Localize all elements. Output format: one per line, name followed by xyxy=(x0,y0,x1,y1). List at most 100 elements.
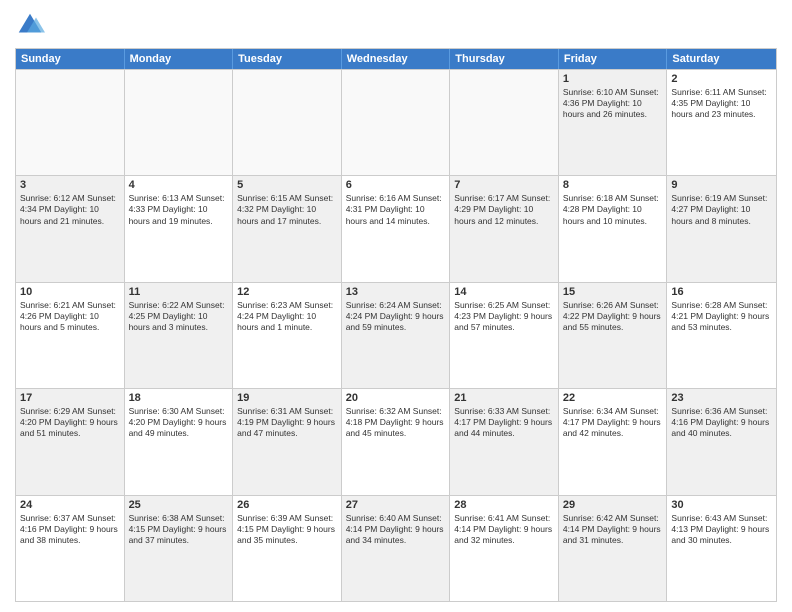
day-info: Sunrise: 6:16 AM Sunset: 4:31 PM Dayligh… xyxy=(346,193,446,226)
day-number: 1 xyxy=(563,73,663,85)
calendar-cell: 16 Sunrise: 6:28 AM Sunset: 4:21 PM Dayli… xyxy=(667,283,776,388)
calendar-cell: 23Sunrise: 6:36 AM Sunset: 4:16 PM Dayli… xyxy=(667,389,776,494)
day-info: Sunrise: 6:30 AM Sunset: 4:20 PM Dayligh… xyxy=(129,406,229,439)
day-number: 15 xyxy=(563,286,663,298)
day-info: Sunrise: 6:17 AM Sunset: 4:29 PM Dayligh… xyxy=(454,193,554,226)
dow-wednesday: Wednesday xyxy=(342,49,451,69)
calendar-cell: 13Sunrise: 6:24 AM Sunset: 4:24 PM Dayli… xyxy=(342,283,451,388)
calendar-cell: 19 Sunrise: 6:31 AM Sunset: 4:19 PM Dayli… xyxy=(233,389,342,494)
day-number: 24 xyxy=(20,499,120,511)
day-number: 18 xyxy=(129,392,229,404)
calendar-cell: 26Sunrise: 6:39 AM Sunset: 4:15 PM Dayli… xyxy=(233,496,342,601)
day-number: 6 xyxy=(346,179,446,191)
day-info: Sunrise: 6:32 AM Sunset: 4:18 PM Dayligh… xyxy=(346,406,446,439)
day-number: 11 xyxy=(129,286,229,298)
day-info: Sunrise: 6:34 AM Sunset: 4:17 PM Dayligh… xyxy=(563,406,663,439)
calendar-row-1: 3 Sunrise: 6:12 AM Sunset: 4:34 PM Daylig… xyxy=(16,175,776,281)
dow-monday: Monday xyxy=(125,49,234,69)
day-info: Sunrise: 6:42 AM Sunset: 4:14 PM Dayligh… xyxy=(563,513,663,546)
day-info: Sunrise: 6:13 AM Sunset: 4:33 PM Dayligh… xyxy=(129,193,229,226)
day-number: 12 xyxy=(237,286,337,298)
day-info: Sunrise: 6:19 AM Sunset: 4:27 PM Dayligh… xyxy=(671,193,772,226)
calendar-cell: 25 Sunrise: 6:38 AM Sunset: 4:15 PM Dayli… xyxy=(125,496,234,601)
day-info: Sunrise: 6:28 AM Sunset: 4:21 PM Dayligh… xyxy=(671,300,772,333)
day-info: Sunrise: 6:31 AM Sunset: 4:19 PM Dayligh… xyxy=(237,406,337,439)
day-info: Sunrise: 6:22 AM Sunset: 4:25 PM Dayligh… xyxy=(129,300,229,333)
calendar-cell xyxy=(233,70,342,175)
calendar-cell: 20 Sunrise: 6:32 AM Sunset: 4:18 PM Dayli… xyxy=(342,389,451,494)
dow-sunday: Sunday xyxy=(16,49,125,69)
day-number: 27 xyxy=(346,499,446,511)
calendar-cell: 6 Sunrise: 6:16 AM Sunset: 4:31 PM Daylig… xyxy=(342,176,451,281)
calendar-cell xyxy=(125,70,234,175)
calendar-cell: 14 Sunrise: 6:25 AM Sunset: 4:23 PM Dayli… xyxy=(450,283,559,388)
day-info: Sunrise: 6:39 AM Sunset: 4:15 PM Dayligh… xyxy=(237,513,337,546)
day-info: Sunrise: 6:23 AM Sunset: 4:24 PM Dayligh… xyxy=(237,300,337,333)
day-info: Sunrise: 6:43 AM Sunset: 4:13 PM Dayligh… xyxy=(671,513,772,546)
calendar-cell: 3 Sunrise: 6:12 AM Sunset: 4:34 PM Daylig… xyxy=(16,176,125,281)
day-number: 28 xyxy=(454,499,554,511)
day-number: 21 xyxy=(454,392,554,404)
calendar-cell: 8 Sunrise: 6:18 AM Sunset: 4:28 PM Daylig… xyxy=(559,176,668,281)
calendar-row-2: 10 Sunrise: 6:21 AM Sunset: 4:26 PM Dayli… xyxy=(16,282,776,388)
dow-tuesday: Tuesday xyxy=(233,49,342,69)
day-number: 4 xyxy=(129,179,229,191)
day-info: Sunrise: 6:37 AM Sunset: 4:16 PM Dayligh… xyxy=(20,513,120,546)
calendar-cell: 18 Sunrise: 6:30 AM Sunset: 4:20 PM Dayli… xyxy=(125,389,234,494)
calendar-cell: 27 Sunrise: 6:40 AM Sunset: 4:14 PM Dayli… xyxy=(342,496,451,601)
calendar-cell: 9 Sunrise: 6:19 AM Sunset: 4:27 PM Daylig… xyxy=(667,176,776,281)
calendar-cell: 10 Sunrise: 6:21 AM Sunset: 4:26 PM Dayli… xyxy=(16,283,125,388)
day-number: 10 xyxy=(20,286,120,298)
calendar-cell xyxy=(16,70,125,175)
day-number: 30 xyxy=(671,499,772,511)
day-info: Sunrise: 6:15 AM Sunset: 4:32 PM Dayligh… xyxy=(237,193,337,226)
day-info: Sunrise: 6:41 AM Sunset: 4:14 PM Dayligh… xyxy=(454,513,554,546)
calendar-cell: 28 Sunrise: 6:41 AM Sunset: 4:14 PM Dayli… xyxy=(450,496,559,601)
calendar-cell: 5 Sunrise: 6:15 AM Sunset: 4:32 PM Daylig… xyxy=(233,176,342,281)
day-number: 17 xyxy=(20,392,120,404)
calendar-row-0: 1 Sunrise: 6:10 AM Sunset: 4:36 PM Daylig… xyxy=(16,69,776,175)
day-info: Sunrise: 6:10 AM Sunset: 4:36 PM Dayligh… xyxy=(563,87,663,120)
calendar-cell: 2 Sunrise: 6:11 AM Sunset: 4:35 PM Daylig… xyxy=(667,70,776,175)
dow-thursday: Thursday xyxy=(450,49,559,69)
dow-saturday: Saturday xyxy=(667,49,776,69)
calendar-body: 1 Sunrise: 6:10 AM Sunset: 4:36 PM Daylig… xyxy=(16,69,776,601)
calendar-cell: 30 Sunrise: 6:43 AM Sunset: 4:13 PM Dayli… xyxy=(667,496,776,601)
day-number: 16 xyxy=(671,286,772,298)
day-number: 2 xyxy=(671,73,772,85)
calendar-header: Sunday Monday Tuesday Wednesday Thursday… xyxy=(16,49,776,69)
calendar-cell: 12 Sunrise: 6:23 AM Sunset: 4:24 PM Dayli… xyxy=(233,283,342,388)
day-info: Sunrise: 6:38 AM Sunset: 4:15 PM Dayligh… xyxy=(129,513,229,546)
calendar-cell: 15Sunrise: 6:26 AM Sunset: 4:22 PM Dayli… xyxy=(559,283,668,388)
day-info: Sunrise: 6:18 AM Sunset: 4:28 PM Dayligh… xyxy=(563,193,663,226)
day-info: Sunrise: 6:21 AM Sunset: 4:26 PM Dayligh… xyxy=(20,300,120,333)
day-info: Sunrise: 6:29 AM Sunset: 4:20 PM Dayligh… xyxy=(20,406,120,439)
day-number: 29 xyxy=(563,499,663,511)
day-info: Sunrise: 6:12 AM Sunset: 4:34 PM Dayligh… xyxy=(20,193,120,226)
day-info: Sunrise: 6:36 AM Sunset: 4:16 PM Dayligh… xyxy=(671,406,772,439)
day-info: Sunrise: 6:11 AM Sunset: 4:35 PM Dayligh… xyxy=(671,87,772,120)
day-number: 7 xyxy=(454,179,554,191)
calendar-cell: 21Sunrise: 6:33 AM Sunset: 4:17 PM Dayli… xyxy=(450,389,559,494)
calendar-cell: 22Sunrise: 6:34 AM Sunset: 4:17 PM Dayli… xyxy=(559,389,668,494)
day-info: Sunrise: 6:25 AM Sunset: 4:23 PM Dayligh… xyxy=(454,300,554,333)
day-number: 5 xyxy=(237,179,337,191)
day-number: 14 xyxy=(454,286,554,298)
day-number: 20 xyxy=(346,392,446,404)
calendar: Sunday Monday Tuesday Wednesday Thursday… xyxy=(15,48,777,602)
day-number: 25 xyxy=(129,499,229,511)
day-number: 19 xyxy=(237,392,337,404)
calendar-cell: 24 Sunrise: 6:37 AM Sunset: 4:16 PM Dayli… xyxy=(16,496,125,601)
page: Sunday Monday Tuesday Wednesday Thursday… xyxy=(0,0,792,612)
day-number: 3 xyxy=(20,179,120,191)
calendar-cell xyxy=(342,70,451,175)
calendar-cell xyxy=(450,70,559,175)
day-number: 9 xyxy=(671,179,772,191)
header xyxy=(15,10,777,40)
day-number: 8 xyxy=(563,179,663,191)
calendar-cell: 7 Sunrise: 6:17 AM Sunset: 4:29 PM Daylig… xyxy=(450,176,559,281)
day-info: Sunrise: 6:40 AM Sunset: 4:14 PM Dayligh… xyxy=(346,513,446,546)
calendar-cell: 29 Sunrise: 6:42 AM Sunset: 4:14 PM Dayli… xyxy=(559,496,668,601)
calendar-row-4: 24 Sunrise: 6:37 AM Sunset: 4:16 PM Dayli… xyxy=(16,495,776,601)
logo xyxy=(15,10,49,40)
